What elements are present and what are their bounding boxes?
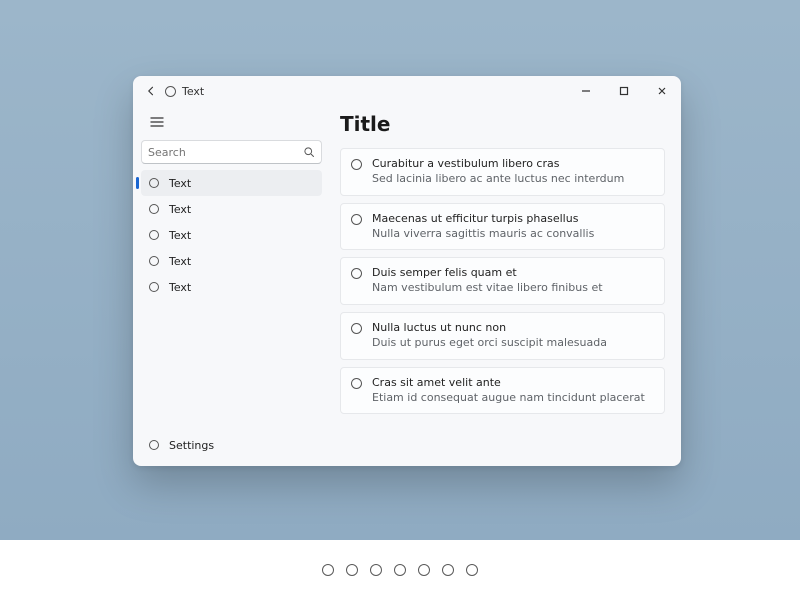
nav-item-label: Text bbox=[169, 229, 191, 242]
arrow-left-icon bbox=[145, 85, 157, 97]
close-button[interactable] bbox=[643, 76, 681, 106]
circle-icon bbox=[149, 230, 159, 240]
list-card[interactable]: Maecenas ut efficitur turpis phasellusNu… bbox=[340, 203, 665, 251]
nav-item-label: Text bbox=[169, 281, 191, 294]
card-list: Curabitur a vestibulum libero crasSed la… bbox=[340, 148, 665, 414]
card-title: Maecenas ut efficitur turpis phasellus bbox=[372, 212, 594, 227]
card-title: Curabitur a vestibulum libero cras bbox=[372, 157, 624, 172]
pagination-dot[interactable] bbox=[466, 564, 478, 576]
nav-item[interactable]: Text bbox=[141, 170, 322, 196]
nav-item[interactable]: Text bbox=[141, 196, 322, 222]
pagination-dot[interactable] bbox=[418, 564, 430, 576]
search-icon bbox=[303, 146, 315, 158]
back-button[interactable] bbox=[139, 79, 163, 103]
circle-icon bbox=[149, 282, 159, 292]
circle-icon bbox=[351, 214, 362, 225]
hamburger-icon bbox=[150, 116, 164, 128]
app-window: Text Text Text Text Text Text Settings bbox=[133, 76, 681, 466]
card-subtitle: Nam vestibulum est vitae libero finibus … bbox=[372, 281, 603, 296]
maximize-button[interactable] bbox=[605, 76, 643, 106]
circle-icon bbox=[351, 159, 362, 170]
pagination-dot[interactable] bbox=[394, 564, 406, 576]
minimize-button[interactable] bbox=[567, 76, 605, 106]
circle-icon bbox=[149, 440, 159, 450]
content-area: Title Curabitur a vestibulum libero cras… bbox=[328, 106, 681, 466]
card-subtitle: Etiam id consequat augue nam tincidunt p… bbox=[372, 391, 645, 406]
card-title: Duis semper felis quam et bbox=[372, 266, 603, 281]
circle-icon bbox=[149, 178, 159, 188]
list-card[interactable]: Curabitur a vestibulum libero crasSed la… bbox=[340, 148, 665, 196]
card-subtitle: Sed lacinia libero ac ante luctus nec in… bbox=[372, 172, 624, 187]
window-title: Text bbox=[182, 85, 204, 98]
nav-item-label: Text bbox=[169, 203, 191, 216]
nav-item[interactable]: Text bbox=[141, 248, 322, 274]
sidebar: Text Text Text Text Text Settings bbox=[133, 106, 328, 466]
titlebar: Text bbox=[133, 76, 681, 106]
circle-icon bbox=[351, 323, 362, 334]
search-box[interactable] bbox=[141, 140, 322, 164]
nav-toggle-button[interactable] bbox=[143, 110, 171, 134]
pagination-dot[interactable] bbox=[346, 564, 358, 576]
maximize-icon bbox=[619, 86, 629, 96]
list-card[interactable]: Cras sit amet velit anteEtiam id consequ… bbox=[340, 367, 665, 415]
settings-label: Settings bbox=[169, 439, 214, 452]
pagination-footer bbox=[0, 540, 800, 600]
card-subtitle: Duis ut purus eget orci suscipit malesua… bbox=[372, 336, 607, 351]
nav-item-label: Text bbox=[169, 177, 191, 190]
card-subtitle: Nulla viverra sagittis mauris ac convall… bbox=[372, 227, 594, 242]
page-title: Title bbox=[340, 112, 665, 136]
list-card[interactable]: Nulla luctus ut nunc nonDuis ut purus eg… bbox=[340, 312, 665, 360]
card-title: Nulla luctus ut nunc non bbox=[372, 321, 607, 336]
search-input[interactable] bbox=[148, 146, 303, 159]
card-title: Cras sit amet velit ante bbox=[372, 376, 645, 391]
app-icon bbox=[165, 86, 176, 97]
close-icon bbox=[657, 86, 667, 96]
circle-icon bbox=[149, 256, 159, 266]
pagination-dot[interactable] bbox=[322, 564, 334, 576]
pagination-dot[interactable] bbox=[442, 564, 454, 576]
list-card[interactable]: Duis semper felis quam etNam vestibulum … bbox=[340, 257, 665, 305]
nav-list: Text Text Text Text Text bbox=[141, 170, 322, 300]
circle-icon bbox=[351, 378, 362, 389]
circle-icon bbox=[351, 268, 362, 279]
nav-item[interactable]: Text bbox=[141, 222, 322, 248]
pagination-dot[interactable] bbox=[370, 564, 382, 576]
settings-nav-item[interactable]: Settings bbox=[141, 432, 322, 458]
circle-icon bbox=[149, 204, 159, 214]
minimize-icon bbox=[581, 86, 591, 96]
nav-item-label: Text bbox=[169, 255, 191, 268]
nav-item[interactable]: Text bbox=[141, 274, 322, 300]
